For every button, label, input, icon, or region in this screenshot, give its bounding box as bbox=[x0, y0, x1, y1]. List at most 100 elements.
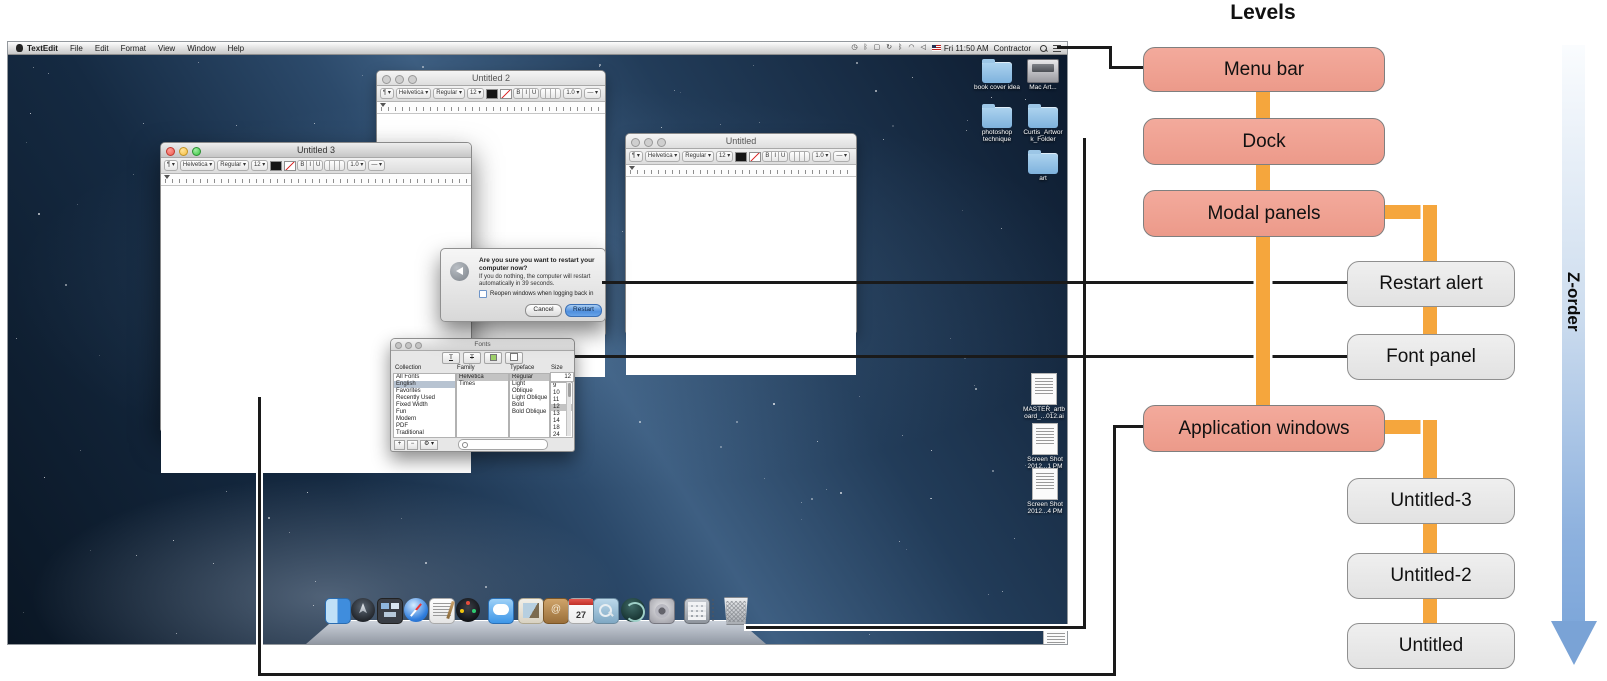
desktop-icon-curtis-artwork-folder[interactable]: Curtis_Artwor k_Folder bbox=[1017, 103, 1067, 143]
menu-view[interactable]: View bbox=[158, 44, 175, 53]
dock-icon-calculator[interactable] bbox=[684, 598, 710, 624]
list-item[interactable]: All Fonts bbox=[394, 374, 455, 381]
menu-bar-clock[interactable]: Fri 11:50 AM bbox=[944, 44, 989, 53]
family-list[interactable]: Helvetica Times bbox=[456, 373, 509, 438]
list-item[interactable]: Light bbox=[510, 381, 549, 388]
volume-icon[interactable]: ◁ bbox=[920, 44, 925, 52]
dock-icon-finder[interactable] bbox=[325, 598, 351, 624]
dock-icon-safari[interactable] bbox=[404, 598, 428, 622]
title-bar[interactable]: Untitled 2 bbox=[377, 71, 605, 86]
align-right-button[interactable] bbox=[339, 160, 345, 171]
background-color-well[interactable] bbox=[500, 89, 512, 99]
desktop-icon-screenshot-1pm[interactable]: Screen Shot 2012...1 PM bbox=[1019, 423, 1067, 470]
menu-help[interactable]: Help bbox=[228, 44, 244, 53]
close-button[interactable] bbox=[395, 342, 402, 349]
bluetooth-icon[interactable]: ᛒ bbox=[863, 44, 867, 52]
desktop-icon-art[interactable]: art bbox=[1017, 149, 1067, 182]
menu-bar-user[interactable]: Contractor bbox=[994, 44, 1031, 53]
search-input[interactable] bbox=[458, 439, 548, 450]
dock-icon-preview[interactable] bbox=[593, 598, 619, 624]
list-item[interactable]: Fun bbox=[394, 409, 455, 416]
dock-icon-messages[interactable] bbox=[488, 598, 514, 624]
underline-button[interactable]: U bbox=[529, 88, 539, 99]
reopen-windows-option[interactable]: Reopen windows when logging back in bbox=[479, 290, 593, 298]
ruler[interactable] bbox=[161, 174, 471, 186]
desktop-icon-photoshop-technique[interactable]: photoshop technique bbox=[971, 103, 1023, 143]
list-item[interactable]: Times bbox=[457, 381, 508, 388]
restart-alert-dialog[interactable]: Are you sure you want to restart your co… bbox=[440, 248, 606, 322]
background-color-well[interactable] bbox=[749, 152, 761, 162]
list-item[interactable]: Recently Used bbox=[394, 395, 455, 402]
font-size-menu[interactable]: 12 ▾ bbox=[467, 88, 484, 99]
dock-icon-mission-control[interactable] bbox=[377, 598, 403, 624]
dock-icon-system-preferences[interactable] bbox=[649, 598, 675, 624]
font-style-menu[interactable]: Regular ▾ bbox=[682, 151, 714, 162]
font-style-menu[interactable]: Regular ▾ bbox=[217, 160, 249, 171]
restart-button[interactable]: Restart bbox=[565, 304, 602, 317]
styles-menu[interactable]: ¶ ▾ bbox=[380, 88, 394, 99]
line-spacing-menu[interactable]: 1.0 ▾ bbox=[812, 151, 831, 162]
font-family-menu[interactable]: Helvetica ▾ bbox=[396, 88, 431, 99]
title-bar[interactable]: Untitled 3 bbox=[161, 143, 471, 158]
dock-icon-contacts[interactable]: @ bbox=[543, 598, 569, 624]
dock-icon-trash[interactable] bbox=[722, 597, 750, 625]
desktop-icon-screenshot-4pm[interactable]: Screen Shot 2012...4 PM bbox=[1019, 468, 1067, 515]
display-icon[interactable]: ▢ bbox=[874, 44, 881, 52]
zoom-button[interactable] bbox=[657, 138, 666, 147]
minimize-button[interactable] bbox=[395, 75, 404, 84]
dock-icon-mail[interactable] bbox=[518, 598, 544, 624]
close-button[interactable] bbox=[166, 147, 175, 156]
list-item-selected[interactable]: Helvetica bbox=[457, 374, 508, 381]
list-item[interactable]: Bold Oblique bbox=[510, 409, 549, 416]
text-area[interactable] bbox=[626, 177, 856, 375]
minimize-button[interactable] bbox=[405, 342, 412, 349]
text-color-well[interactable] bbox=[735, 152, 747, 162]
desktop-icon-mac-art[interactable]: Mac Art... bbox=[1017, 56, 1067, 91]
spotlight-icon[interactable] bbox=[1040, 45, 1047, 52]
list-item[interactable]: Light Oblique bbox=[510, 395, 549, 402]
styles-menu[interactable]: ¶ ▾ bbox=[629, 151, 643, 162]
dock-icon-textedit[interactable] bbox=[429, 598, 455, 624]
add-collection-button[interactable]: + bbox=[394, 440, 405, 450]
list-menu[interactable]: — ▾ bbox=[584, 88, 601, 99]
list-menu[interactable]: — ▾ bbox=[368, 160, 385, 171]
size-field[interactable]: 12 bbox=[550, 372, 574, 382]
fonts-panel[interactable]: Fonts T T Collection Family Typeface Siz… bbox=[390, 338, 575, 452]
document-color-button[interactable] bbox=[505, 352, 523, 364]
dock-icon-dashboard[interactable] bbox=[456, 598, 480, 622]
list-item[interactable]: Bold bbox=[510, 402, 549, 409]
wifi-icon[interactable]: ◠ bbox=[908, 44, 914, 52]
text-color-well[interactable] bbox=[270, 161, 282, 171]
font-size-menu[interactable]: 12 ▾ bbox=[716, 151, 733, 162]
apple-menu-icon[interactable] bbox=[16, 44, 23, 52]
minimize-button[interactable] bbox=[179, 147, 188, 156]
dock-icon-time-machine[interactable] bbox=[621, 598, 645, 622]
text-color-button[interactable] bbox=[484, 352, 502, 364]
line-spacing-menu[interactable]: 1.0 ▾ bbox=[563, 88, 582, 99]
menu-format[interactable]: Format bbox=[121, 44, 146, 53]
remove-collection-button[interactable]: − bbox=[407, 440, 418, 450]
list-item-selected[interactable]: English bbox=[394, 381, 455, 388]
zoom-button[interactable] bbox=[415, 342, 422, 349]
line-spacing-menu[interactable]: 1.0 ▾ bbox=[347, 160, 366, 171]
underline-button[interactable]: U bbox=[313, 160, 323, 171]
list-item[interactable]: Traditional bbox=[394, 430, 455, 437]
align-right-button[interactable] bbox=[804, 151, 810, 162]
size-scrollbar[interactable] bbox=[566, 382, 571, 436]
dock-icon-launchpad[interactable] bbox=[351, 598, 375, 622]
list-item[interactable]: Fixed Width bbox=[394, 402, 455, 409]
scroll-thumb[interactable] bbox=[568, 383, 571, 397]
close-button[interactable] bbox=[631, 138, 640, 147]
list-item[interactable]: Modern bbox=[394, 416, 455, 423]
list-menu[interactable]: — ▾ bbox=[833, 151, 850, 162]
window-untitled[interactable]: Untitled ¶ ▾ Helvetica ▾ Regular ▾ 12 ▾ … bbox=[625, 133, 857, 333]
checkbox-icon[interactable] bbox=[479, 290, 487, 298]
collection-list[interactable]: All Fonts English Favorites Recently Use… bbox=[393, 373, 456, 438]
cancel-button[interactable]: Cancel bbox=[525, 304, 562, 317]
typeface-list[interactable]: Regular Light Oblique Light Oblique Bold… bbox=[509, 373, 550, 438]
bluetooth-icon[interactable]: ᛒ bbox=[898, 44, 902, 52]
sync-icon[interactable]: ↻ bbox=[886, 44, 892, 52]
zoom-button[interactable] bbox=[192, 147, 201, 156]
underline-button[interactable]: U bbox=[778, 151, 788, 162]
dock-icon-calendar[interactable]: 27 bbox=[568, 598, 594, 624]
